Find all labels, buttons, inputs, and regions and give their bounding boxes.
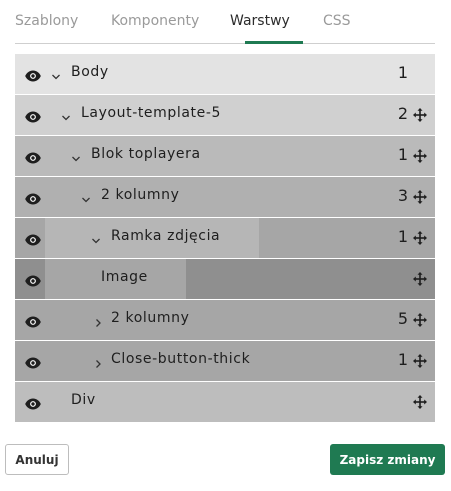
layer-label: Close-button-thick <box>111 351 251 367</box>
move-handle-icon[interactable] <box>413 148 427 163</box>
layer-label: 2 kolumny <box>111 310 190 326</box>
layer-child-count: 3 <box>397 186 408 205</box>
chevron-down-icon[interactable] <box>71 150 81 162</box>
chevron-down-icon[interactable] <box>51 68 61 80</box>
layer-label: Layout-template-5 <box>81 105 222 121</box>
layer-row[interactable]: Ramka zdjęcia 1 <box>15 218 435 258</box>
move-handle-icon[interactable] <box>413 189 427 204</box>
tab-szablony[interactable]: Szablony <box>15 13 78 29</box>
eye-icon[interactable] <box>25 231 41 246</box>
eye-icon[interactable] <box>25 108 41 123</box>
layer-row[interactable]: Blok toplayera 1 <box>15 136 435 176</box>
chevron-down-icon[interactable] <box>81 191 91 203</box>
layer-row[interactable]: Image <box>15 259 435 299</box>
layer-row[interactable]: Body 1 <box>15 54 435 94</box>
layer-child-count: 2 <box>397 104 408 123</box>
layer-child-count: 1 <box>397 63 408 82</box>
active-tab-indicator <box>245 41 303 44</box>
layer-row[interactable]: Div <box>15 382 435 422</box>
layer-row[interactable]: Close-button-thick 1 <box>15 341 435 381</box>
tab-warstwy[interactable]: Warstwy <box>230 13 290 29</box>
move-handle-icon[interactable] <box>413 312 427 327</box>
layer-label: Ramka zdjęcia <box>111 228 221 244</box>
layer-child-count: 5 <box>397 309 408 328</box>
chevron-right-icon[interactable] <box>93 355 103 368</box>
save-changes-button[interactable]: Zapisz zmiany <box>330 444 445 475</box>
cancel-button[interactable]: Anuluj <box>5 444 69 475</box>
move-handle-icon[interactable] <box>413 394 427 409</box>
layer-row[interactable]: 2 kolumny 3 <box>15 177 435 217</box>
panel-tabs: Szablony Komponenty Warstwy CSS <box>15 0 435 44</box>
layer-row[interactable]: 2 kolumny 5 <box>15 300 435 340</box>
eye-icon[interactable] <box>25 190 41 205</box>
tab-css[interactable]: CSS <box>323 13 351 29</box>
layer-row[interactable]: Layout-template-5 2 <box>15 95 435 135</box>
eye-icon[interactable] <box>25 149 41 164</box>
chevron-right-icon[interactable] <box>93 314 103 327</box>
layer-child-count: 1 <box>397 227 408 246</box>
move-handle-icon[interactable] <box>413 353 427 368</box>
layer-label: Image <box>101 269 148 285</box>
move-handle-icon[interactable] <box>413 271 427 286</box>
eye-icon[interactable] <box>25 313 41 328</box>
layer-child-count: 1 <box>397 350 408 369</box>
layer-label: Div <box>71 392 96 408</box>
layer-tree: Body 1 Layout-template-5 2 Blok toplayera 1 2 … <box>15 54 435 423</box>
layer-child-count: 1 <box>397 145 408 164</box>
eye-icon[interactable] <box>25 67 41 82</box>
chevron-down-icon[interactable] <box>91 232 101 244</box>
eye-icon[interactable] <box>25 272 41 287</box>
eye-icon[interactable] <box>25 395 41 410</box>
move-handle-icon[interactable] <box>413 107 427 122</box>
chevron-down-icon[interactable] <box>61 109 71 121</box>
layer-label: 2 kolumny <box>101 187 180 203</box>
tab-komponenty[interactable]: Komponenty <box>111 13 199 29</box>
layer-label: Blok toplayera <box>91 146 201 162</box>
layer-label: Body <box>71 64 109 80</box>
move-handle-icon[interactable] <box>413 230 427 245</box>
eye-icon[interactable] <box>25 354 41 369</box>
